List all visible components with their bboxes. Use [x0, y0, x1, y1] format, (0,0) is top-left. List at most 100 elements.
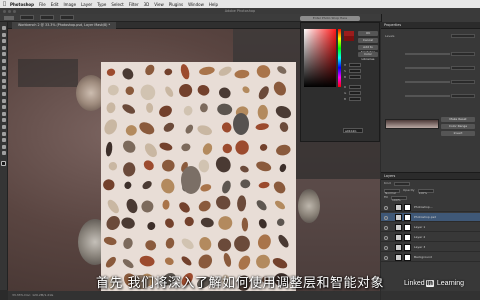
eye-icon[interactable]	[384, 245, 388, 250]
property-slider[interactable]	[385, 94, 475, 98]
opacity-input[interactable]: 100%	[417, 188, 434, 195]
property-slider[interactable]	[385, 66, 475, 70]
layer-mask-thumbnail[interactable]	[404, 254, 411, 261]
hex-field[interactable]: a01b1b	[343, 128, 363, 133]
layer-row[interactable]: Photoshop...	[381, 203, 480, 212]
ok-button[interactable]: OK	[358, 31, 378, 36]
menu-file[interactable]: File	[39, 2, 46, 7]
layer-mask-thumbnail[interactable]	[404, 214, 411, 221]
pebble	[107, 84, 119, 96]
gradient-tool-icon[interactable]	[1, 98, 6, 103]
eye-icon[interactable]	[384, 205, 388, 210]
blur-tool-icon[interactable]	[1, 105, 6, 110]
invert-button[interactable]: Invert	[441, 131, 475, 136]
pen-tool-icon[interactable]	[1, 118, 6, 123]
menu-type[interactable]: Type	[97, 2, 106, 7]
history-brush-icon[interactable]	[1, 85, 6, 90]
hand-tool-icon[interactable]	[1, 144, 6, 149]
kind-select[interactable]	[393, 181, 410, 186]
zoom-window-button[interactable]	[13, 9, 16, 13]
property-slider[interactable]	[385, 80, 475, 84]
minimize-window-button[interactable]	[8, 9, 11, 13]
field-h[interactable]: H	[344, 63, 378, 67]
menu-3d[interactable]: 3D	[144, 2, 150, 7]
window-controls[interactable]	[3, 9, 16, 13]
path-select-icon[interactable]	[1, 131, 6, 136]
menu-app[interactable]: Photoshop	[10, 2, 34, 7]
menu-view[interactable]: View	[154, 2, 164, 7]
property-slider[interactable]	[385, 52, 475, 56]
pebble	[199, 237, 212, 251]
layer-row[interactable]: Layer 1	[381, 223, 480, 232]
field-g[interactable]: G	[344, 91, 378, 95]
move-tool-icon[interactable]	[1, 26, 6, 30]
menu-edit[interactable]: Edit	[51, 2, 59, 7]
zoom-tool-icon[interactable]	[1, 151, 6, 156]
layer-mask-thumbnail[interactable]	[404, 234, 411, 241]
eye-icon[interactable]	[384, 225, 388, 230]
field-s[interactable]: S	[344, 69, 378, 73]
menu-help[interactable]: Help	[209, 2, 218, 7]
layer-row[interactable]: Background	[381, 253, 480, 262]
eye-icon[interactable]	[384, 235, 388, 240]
color-libraries-button[interactable]: Color Libraries	[358, 52, 378, 61]
eyedropper-tool-icon[interactable]	[1, 58, 6, 63]
menu-select[interactable]: Select	[111, 2, 123, 7]
pebble	[125, 125, 137, 136]
shape-tool-icon[interactable]	[1, 138, 6, 143]
lasso-tool-icon[interactable]	[1, 39, 6, 44]
make-reset-button[interactable]: Make Reset	[441, 117, 475, 122]
search-input[interactable]: Enter Photo Shop Here	[300, 15, 360, 21]
tab-document[interactable]: Workbench 2 @ 33.3% (Photoshop.psd, Laye…	[12, 22, 117, 29]
eye-icon[interactable]	[384, 255, 388, 260]
eraser-tool-icon[interactable]	[1, 91, 6, 96]
hue-slider[interactable]	[338, 29, 341, 87]
foreground-color-swatch[interactable]	[1, 160, 6, 166]
blend-mode-select[interactable]: Normal	[384, 188, 400, 195]
color-range-button[interactable]: Color Range	[441, 124, 475, 129]
option-field[interactable]	[40, 15, 54, 20]
eye-icon[interactable]	[384, 215, 388, 220]
layer-mask-thumbnail[interactable]	[404, 244, 411, 251]
layer-name: Photoshop...	[414, 205, 433, 209]
healing-tool-icon[interactable]	[1, 65, 6, 70]
layers-fill-row: Fill 100%	[381, 194, 480, 202]
close-window-button[interactable]	[3, 9, 6, 13]
pebble	[199, 66, 215, 75]
dodge-tool-icon[interactable]	[1, 111, 6, 116]
layer-thumbnail	[395, 204, 402, 211]
type-tool-icon[interactable]	[1, 124, 6, 129]
option-field[interactable]	[20, 15, 34, 20]
crop-tool-icon[interactable]	[1, 52, 6, 57]
marquee-tool-icon[interactable]	[1, 32, 6, 37]
cancel-button[interactable]: Cancel	[358, 38, 378, 43]
layer-row[interactable]: Layer 3	[381, 243, 480, 252]
menu-layer[interactable]: Layer	[81, 2, 92, 7]
pebble	[238, 255, 251, 270]
pebble	[202, 143, 213, 155]
tool-preset-picker[interactable]	[4, 15, 14, 20]
layer-thumbnail	[395, 244, 402, 251]
menu-image[interactable]: Image	[64, 2, 77, 7]
menu-window[interactable]: Window	[188, 2, 204, 7]
brush-tool-icon[interactable]	[1, 72, 6, 77]
field-b[interactable]: B	[344, 75, 378, 79]
quick-select-tool-icon[interactable]	[1, 45, 6, 50]
layer-row[interactable]: Photoshop.psd	[381, 213, 480, 222]
fill-input[interactable]: 100%	[391, 195, 408, 202]
pebble	[140, 84, 156, 101]
pebble	[161, 178, 175, 194]
field-blue[interactable]: B	[344, 97, 378, 101]
clone-tool-icon[interactable]	[1, 78, 6, 83]
preset-row[interactable]: Levels	[385, 34, 475, 38]
menu-plugins[interactable]: Plugins	[169, 2, 183, 7]
add-to-swatches-button[interactable]: Add to Swatches	[358, 45, 378, 54]
apple-icon[interactable]: 	[3, 1, 6, 7]
color-field[interactable]	[304, 29, 336, 87]
layer-mask-thumbnail[interactable]	[404, 204, 411, 211]
option-field[interactable]	[60, 15, 74, 20]
field-r[interactable]: R	[344, 85, 378, 89]
menu-filter[interactable]: Filter	[129, 2, 139, 7]
layer-row[interactable]: Layer 2	[381, 233, 480, 242]
layer-mask-thumbnail[interactable]	[404, 224, 411, 231]
